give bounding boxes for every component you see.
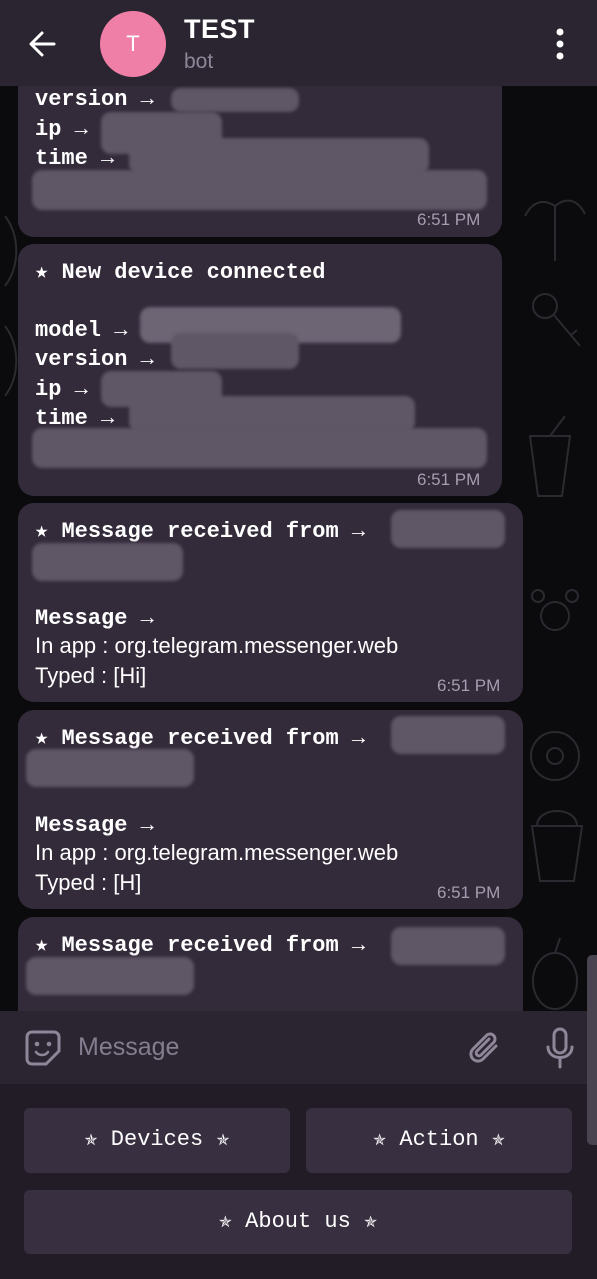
message-bubble[interactable]: ★ New device connected model → version →… [18,244,502,496]
app-line: In app : org.telegram.messenger.web [35,633,399,658]
drink-doodle-icon [528,416,572,497]
redacted-value [129,138,429,174]
palm-doodle-icon [524,199,586,261]
back-arrow-icon[interactable] [24,24,64,64]
typed-line: Typed : [H] [35,870,142,895]
redacted-sender [391,927,505,965]
redacted-value [32,170,487,210]
bot-keyboard: ✯ Devices ✯ ✯ Action ✯ ✯ About us ✯ [0,1084,597,1279]
avatar[interactable]: T [100,11,166,77]
chat-title[interactable]: TEST [184,14,255,45]
redacted-sender [391,510,505,548]
redacted-sender [391,716,505,754]
chat-subtitle: bot [184,50,214,73]
field-label-ip: ip → [35,377,88,402]
field-label-ip: ip → [35,117,88,142]
sticker-emoji-icon[interactable] [24,1029,62,1067]
attach-icon[interactable] [466,1029,504,1067]
message-bubble[interactable]: ★ Message received from → [18,917,523,1011]
more-menu-icon[interactable] [548,26,572,62]
message-label: Message → [35,813,154,838]
action-button[interactable]: ✯ Action ✯ [306,1108,572,1173]
redacted-value [129,396,415,432]
devices-button[interactable]: ✯ Devices ✯ [24,1108,290,1173]
message-title: ★ Message received from → [35,726,366,751]
message-label: Message → [35,606,154,631]
message-input-bar: Message [0,1011,597,1084]
message-title: ★ Message received from → [35,519,366,544]
message-bubble[interactable]: ★ Message received from → Message → In a… [18,503,523,702]
app-line: In app : org.telegram.messenger.web [35,840,399,865]
redacted-sender [32,543,183,581]
message-bubble[interactable]: ★ Message received from → Message → In a… [18,710,523,909]
redacted-sender [26,957,194,995]
donut-doodle-icon [530,731,580,781]
message-time: 6:51 PM [417,470,481,489]
message-title: ★ Message received from → [35,933,366,958]
field-label-version: version → [35,87,154,112]
keyboard-scroll-handle[interactable] [587,955,597,1145]
chat-header: T TEST bot [0,0,597,86]
microphone-icon[interactable] [544,1027,576,1069]
fruit-doodle-icon [532,937,578,1010]
bucket-doodle-icon [530,810,584,882]
about-us-button[interactable]: ✯ About us ✯ [24,1190,572,1254]
typed-line: Typed : [Hi] [35,663,147,688]
redacted-value [171,88,299,112]
message-time: 6:51 PM [437,883,501,902]
field-label-model: model → [35,318,128,343]
message-time: 6:51 PM [417,210,481,229]
key-doodle-icon [532,293,581,347]
message-input[interactable]: Message [78,1033,179,1062]
message-title: ★ New device connected [35,260,326,285]
message-time: 6:51 PM [437,676,501,695]
redacted-value [171,333,299,369]
redacted-value [32,428,487,468]
redacted-sender [26,749,194,787]
message-bubble[interactable]: version → ip → time → 6:51 PM [18,60,502,237]
paw-doodle-icon [531,589,579,631]
field-label-version: version → [35,347,154,372]
